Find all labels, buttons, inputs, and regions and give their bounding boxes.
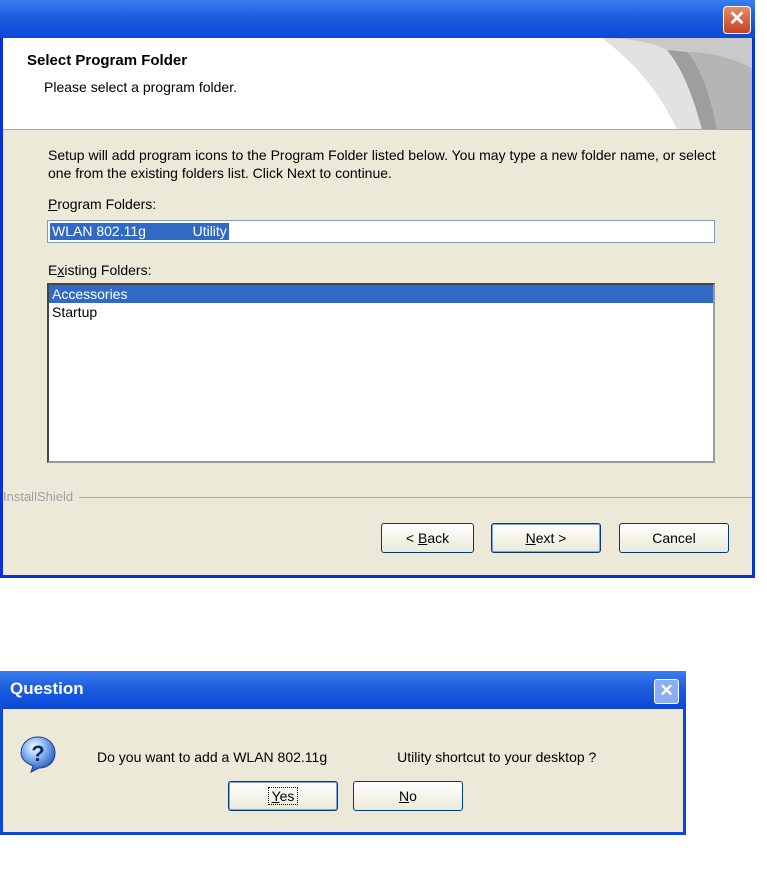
no-button[interactable]: No: [353, 781, 463, 811]
instructions-text: Setup will add program icons to the Prog…: [48, 147, 716, 181]
installshield-divider: InstallShield: [3, 489, 752, 504]
next-button[interactable]: Next >: [491, 523, 601, 553]
question-icon: ?: [20, 736, 56, 773]
question-message: Do you want to add a WLAN 802.11g Utilit…: [97, 749, 597, 765]
close-icon: ✕: [728, 8, 746, 30]
installshield-label: InstallShield: [3, 489, 80, 504]
cancel-button[interactable]: Cancel: [619, 523, 729, 553]
dialog-title: Question: [10, 679, 84, 698]
close-button[interactable]: ✕: [723, 6, 751, 34]
existing-folders-label: Existing Folders:: [48, 262, 152, 278]
page-curl-banner-icon: [602, 38, 752, 129]
divider-line: [3, 497, 752, 498]
list-item-accessories[interactable]: Accessories: [49, 285, 713, 303]
program-folder-value: WLAN 802.11g Utility: [50, 223, 229, 240]
question-dialog: Question ✕ ? Do you want to add a WLAN 8…: [0, 671, 686, 835]
list-item-startup[interactable]: Startup: [49, 303, 713, 321]
close-icon: ✕: [659, 681, 674, 700]
program-folders-label: Program Folders:: [48, 196, 157, 212]
program-folder-input[interactable]: WLAN 802.11g Utility: [47, 220, 715, 243]
wizard-title-bar[interactable]: ✕: [0, 0, 755, 38]
page-subtitle: Please select a program folder.: [44, 79, 237, 95]
select-program-folder-dialog: ✕ Select Program Folder Please select a …: [0, 0, 755, 578]
svg-text:?: ?: [31, 741, 44, 766]
question-title-bar[interactable]: Question ✕: [0, 671, 686, 709]
back-button[interactable]: < Back: [381, 523, 474, 553]
wizard-header: Select Program Folder Please select a pr…: [3, 38, 752, 130]
yes-button[interactable]: Yes: [228, 781, 338, 811]
close-button[interactable]: ✕: [654, 679, 679, 704]
existing-folders-list[interactable]: Accessories Startup: [47, 283, 715, 463]
page-title: Select Program Folder: [27, 52, 188, 69]
